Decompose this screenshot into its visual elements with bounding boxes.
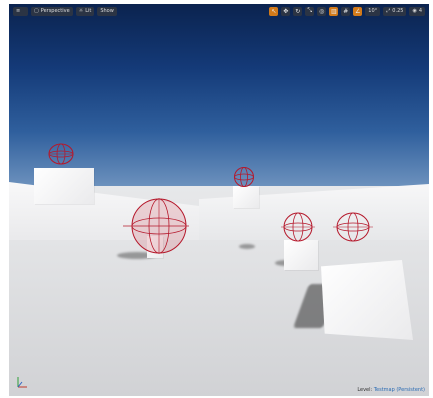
editor-frame: ≡ ▢ Perspective ☼ Lit Show ↖ ✥ ↻ ⤡ ◎ ▥ #… xyxy=(0,0,433,398)
camera-icon: ▢ xyxy=(34,7,39,14)
point-light-gizmo[interactable] xyxy=(233,166,255,188)
camera-speed-button[interactable]: ◉ 4 xyxy=(409,6,425,16)
translate-icon[interactable]: ✥ xyxy=(281,6,291,16)
object-shadow xyxy=(239,244,255,249)
perspective-button[interactable]: ▢ Perspective xyxy=(31,6,73,16)
cube-actor[interactable] xyxy=(284,240,318,270)
sun-icon: ☼ xyxy=(78,7,84,14)
rotation-snap-value[interactable]: 10° xyxy=(365,6,381,16)
scale-icon[interactable]: ⤡ xyxy=(305,6,315,16)
level-name: Testmap (Persistent) xyxy=(373,387,425,393)
point-light-gizmo[interactable] xyxy=(281,210,315,244)
view-mode-label: Lit xyxy=(85,7,92,14)
rotation-snap-icon[interactable]: ∠ xyxy=(353,6,363,16)
level-status: Level: Testmap (Persistent) xyxy=(357,387,425,393)
viewport-menu-button[interactable]: ≡ xyxy=(13,6,28,16)
show-label: Show xyxy=(100,7,114,14)
select-mode-icon[interactable]: ↖ xyxy=(269,6,279,16)
cube-actor[interactable] xyxy=(233,186,259,208)
menu-icon: ≡ xyxy=(16,7,21,14)
point-light-gizmo[interactable] xyxy=(47,142,75,166)
scale-snap-label: 0.25 xyxy=(392,7,404,14)
viewport-toolbar: ≡ ▢ Perspective ☼ Lit Show ↖ ✥ ↻ ⤡ ◎ ▥ #… xyxy=(9,4,429,18)
level-prefix: Level: xyxy=(357,387,373,393)
rotate-icon[interactable]: ↻ xyxy=(293,6,303,16)
perspective-label: Perspective xyxy=(40,7,70,14)
rotation-snap-label: 10° xyxy=(368,7,378,14)
camera-speed-label: 4 xyxy=(418,7,422,14)
axis-indicator xyxy=(17,377,27,388)
world-local-icon[interactable]: ◎ xyxy=(317,6,327,16)
grid-snap-icon[interactable]: # xyxy=(341,6,351,16)
cube-actor[interactable] xyxy=(321,260,413,340)
point-light-gizmo[interactable] xyxy=(333,210,373,244)
show-button[interactable]: Show xyxy=(97,6,117,16)
selected-light-gizmo[interactable] xyxy=(121,194,191,256)
camera-speed-icon: ◉ xyxy=(412,7,417,14)
surface-snap-icon[interactable]: ▥ xyxy=(329,6,339,16)
level-viewport[interactable]: ≡ ▢ Perspective ☼ Lit Show ↖ ✥ ↻ ⤡ ◎ ▥ #… xyxy=(9,4,429,396)
cube-actor[interactable] xyxy=(34,168,94,204)
scale-snap-value[interactable]: ⤢ 0.25 xyxy=(383,6,407,16)
scale-snap-icon: ⤢ xyxy=(386,7,391,14)
view-mode-button[interactable]: ☼ Lit xyxy=(75,6,95,16)
